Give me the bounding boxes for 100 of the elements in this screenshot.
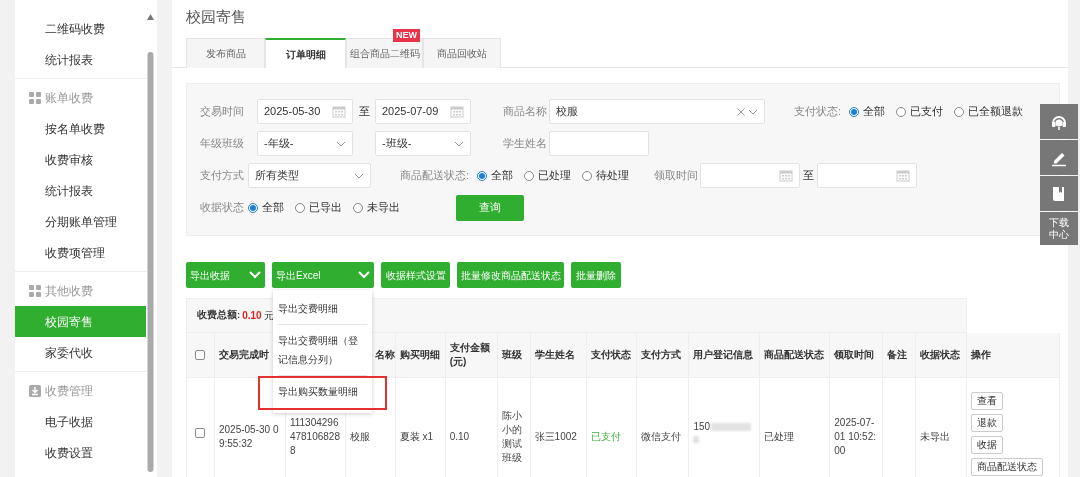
table-header-cell: 商品配送状态 (760, 333, 831, 378)
download-icon (29, 384, 41, 397)
table-cell: 未导出 (920, 430, 951, 444)
field-label: 交易时间 (200, 104, 245, 120)
side-tool-button[interactable] (1040, 176, 1078, 211)
table-header-cell: 支付状态 (586, 333, 638, 378)
checkbox[interactable] (195, 350, 206, 360)
sidebar-group-label: 账单收费 (45, 89, 93, 107)
side-tool-button[interactable] (1040, 140, 1078, 175)
table-cell: 0.10 (449, 430, 470, 444)
table-cell-text: 2025-07-01 10:52:00 (834, 416, 877, 458)
select-field[interactable]: -班级- (375, 131, 471, 156)
table-cell-text: 陈小小的测试班级 (501, 409, 523, 465)
table-cell: 已处理 (764, 430, 795, 444)
table-cell: 夏装 x1 (399, 430, 434, 444)
radio-option[interactable]: 已导出 (295, 199, 342, 216)
sidebar-item[interactable]: 按名单收费 (15, 113, 146, 144)
radio-button[interactable] (849, 106, 859, 117)
field-label: 收据状态 (200, 200, 245, 216)
date-field[interactable]: 2025-05-30 (257, 99, 353, 124)
clear-icon (737, 107, 745, 116)
side-tool-button[interactable]: 下载中心 (1040, 212, 1078, 245)
field-label: 商品配送状态: (400, 168, 471, 184)
new-badge: NEW (393, 29, 420, 42)
action-button[interactable]: 退款 (971, 414, 1004, 432)
radio-button[interactable] (353, 202, 363, 213)
action-button[interactable]: 查看 (971, 392, 1004, 410)
date-field[interactable] (700, 163, 800, 188)
input-field[interactable] (549, 131, 649, 156)
table-header-cell: 支付金额(元) (445, 333, 498, 378)
checkbox[interactable] (195, 428, 206, 438)
summary-label: 收费总额: (197, 308, 241, 323)
sidebar-item[interactable]: 收费审核 (15, 144, 146, 175)
radio-button[interactable] (896, 106, 906, 117)
menu-item[interactable]: 导出交费明细 (273, 293, 372, 324)
radio-option[interactable]: 全部 (477, 167, 513, 184)
table-cell: 校服 (349, 430, 370, 444)
table-cell-text: 2025-05-30 09:55:32 (218, 423, 280, 451)
radio-option[interactable]: 已支付 (896, 103, 943, 120)
radio-button[interactable] (477, 170, 487, 181)
calendar-icon (779, 169, 793, 182)
table-cell: 150 (693, 419, 711, 434)
sidebar-item[interactable]: 收费设置 (15, 437, 146, 468)
calendar-icon (332, 105, 346, 118)
range-separator: 至 (802, 168, 815, 184)
radio-option[interactable]: 全部 (849, 103, 885, 120)
sidebar-item[interactable]: 收费项管理 (15, 237, 146, 268)
select-field[interactable]: -年级- (257, 131, 353, 156)
sidebar-item[interactable]: 统计报表 (15, 175, 146, 206)
tab[interactable]: 发布商品 (186, 38, 265, 68)
radio-button[interactable] (582, 170, 592, 181)
table-header-cell: 班级 (497, 333, 531, 378)
table-header-cell: 收据状态 (916, 333, 968, 378)
radio-option[interactable]: 已处理 (524, 167, 571, 184)
field-label: 支付方式 (200, 168, 245, 184)
tab[interactable]: 组合商品二维码 (346, 38, 423, 68)
select-field[interactable]: 校服 (549, 99, 765, 124)
tab[interactable]: 商品回收站 (423, 38, 501, 68)
table-cell: 张三1002 (534, 430, 577, 444)
date-field[interactable] (817, 163, 917, 188)
action-button[interactable]: 收据 (971, 436, 1004, 454)
radio-option[interactable]: 已全额退款 (954, 103, 1023, 120)
table-header-cell: 用户登记信息 (689, 333, 761, 378)
page-title: 校园寄售 (185, 7, 247, 27)
select-field[interactable]: 所有类型 (248, 163, 371, 188)
radio-option[interactable]: 未导出 (353, 199, 400, 216)
chevron-down-icon (336, 140, 346, 147)
menu-item[interactable]: 导出购买数量明细 (258, 376, 387, 410)
redaction-blur (693, 435, 700, 443)
radio-button[interactable] (248, 202, 258, 213)
grid-icon (29, 91, 41, 104)
side-tool-button[interactable] (1040, 104, 1078, 139)
action-button[interactable]: 商品配送状态 (971, 458, 1044, 476)
sidebar-item[interactable]: 分期账单管理 (15, 206, 146, 237)
radio-option[interactable]: 全部 (248, 199, 284, 216)
radio-option[interactable]: 待处理 (582, 167, 629, 184)
tab[interactable]: 订单明细 (265, 38, 346, 68)
radio-button[interactable] (954, 106, 964, 117)
field-label: 年级班级 (200, 136, 245, 152)
radio-button[interactable] (524, 170, 534, 181)
radio-button[interactable] (295, 202, 305, 213)
table-header-cell: 支付方式 (637, 333, 690, 378)
chevron-down-icon (249, 271, 261, 279)
sidebar-item[interactable]: 家委代收 (15, 337, 146, 368)
date-field[interactable]: 2025-07-09 (375, 99, 471, 124)
chevron-down-icon (358, 271, 370, 279)
table-cell: 1113042964781068288 (289, 416, 341, 458)
range-separator: 至 (357, 104, 371, 120)
chevron-down-icon (454, 140, 464, 147)
field-label: 商品名称 (503, 104, 548, 120)
status-text: 已支付 (590, 430, 621, 444)
table-header-cell: 学生姓名 (530, 333, 587, 378)
table-header-cell: 领取时间 (830, 333, 884, 378)
book-icon (1051, 184, 1067, 203)
table-header-cell: 操作 (967, 333, 1060, 378)
redaction-blur (711, 422, 752, 431)
sidebar-item[interactable]: 统计报表 (15, 44, 146, 75)
sidebar-item[interactable]: 二维码收费 (15, 13, 146, 44)
grid-icon (29, 284, 41, 297)
sidebar-item[interactable]: 电子收据 (15, 406, 146, 437)
